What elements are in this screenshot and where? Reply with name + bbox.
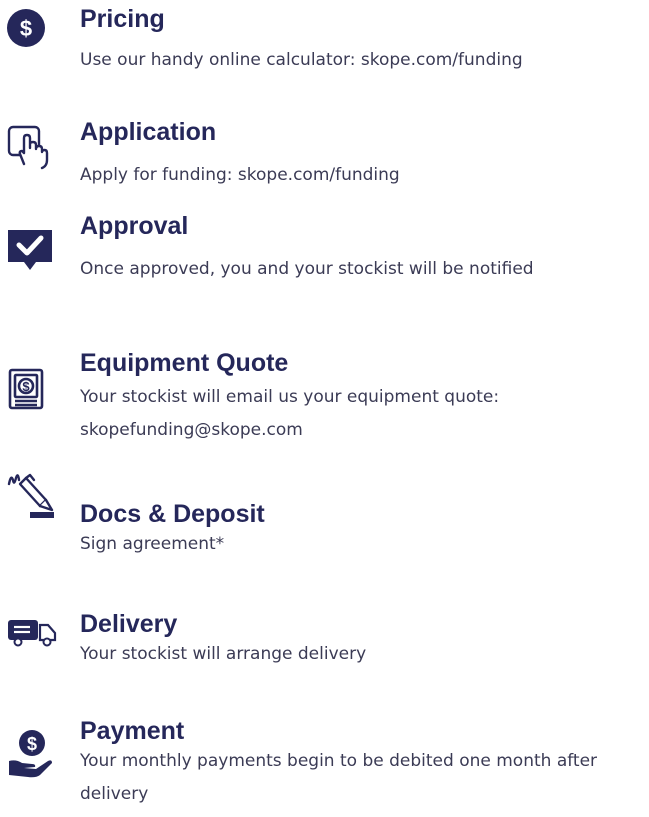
step-title: Equipment Quote xyxy=(80,349,289,377)
step-title: Delivery xyxy=(80,610,178,638)
hand-coin-icon: $ xyxy=(6,727,58,779)
svg-text:$: $ xyxy=(20,16,32,41)
dollar-circle-icon: $ xyxy=(6,8,58,60)
step-title: Payment xyxy=(80,717,185,745)
quote-document-icon: $ xyxy=(6,368,58,420)
step-description: Apply for funding: skope.com/funding xyxy=(80,165,400,185)
step-title: Docs & Deposit xyxy=(80,500,265,528)
step-title: Approval xyxy=(80,212,189,240)
hand-tap-icon xyxy=(6,124,58,176)
step-description: Use our handy online calculator: skope.c… xyxy=(80,50,523,70)
svg-text:$: $ xyxy=(27,734,37,754)
svg-text:$: $ xyxy=(22,379,30,394)
step-description: Your stockist will email us your equipme… xyxy=(80,387,500,440)
step-description: Your monthly payments begin to be debite… xyxy=(80,751,598,804)
delivery-truck-icon xyxy=(6,616,58,668)
step-title: Application xyxy=(80,118,217,146)
step-description: Your stockist will arrange delivery xyxy=(80,644,367,664)
step-title: Pricing xyxy=(80,5,165,33)
checkmark-badge-icon xyxy=(6,224,58,276)
pen-sign-icon xyxy=(6,472,58,524)
step-description: Sign agreement* xyxy=(80,534,225,554)
step-description: Once approved, you and your stockist wil… xyxy=(80,259,534,279)
